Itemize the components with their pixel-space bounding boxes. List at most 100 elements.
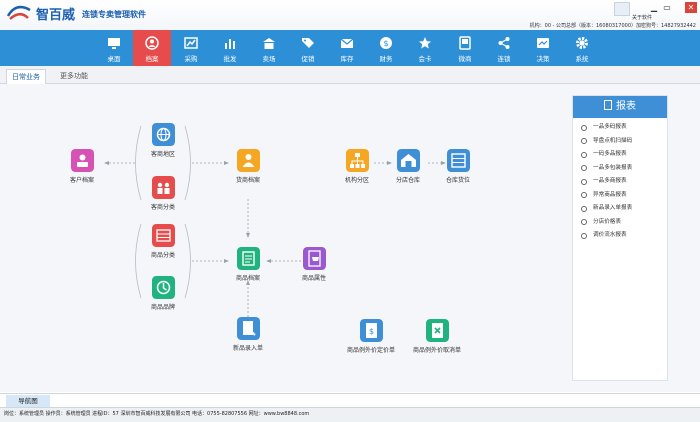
report-item[interactable]: 一品多包装报表 bbox=[573, 162, 667, 176]
product-attribute-node[interactable]: 商品属性 bbox=[279, 247, 349, 282]
report-item[interactable]: 调价流水报表 bbox=[573, 229, 667, 243]
nav-label: 批发 bbox=[223, 55, 237, 63]
nav-label: 系统 bbox=[575, 55, 589, 63]
node-label: 商品例外价定价单 bbox=[346, 347, 395, 354]
customer-region-node[interactable]: 客商地区 bbox=[128, 123, 198, 158]
bullet-icon bbox=[581, 178, 587, 185]
globe-icon bbox=[151, 123, 175, 146]
product-brand-node[interactable]: 商品品牌 bbox=[128, 276, 198, 311]
tab-more-functions[interactable]: 更多功能 bbox=[55, 69, 93, 84]
nav-member-card[interactable]: 会卡 bbox=[406, 30, 444, 66]
nav-chain[interactable]: 连锁 bbox=[485, 30, 523, 66]
org-chart-icon bbox=[345, 149, 369, 172]
decision-icon bbox=[537, 38, 549, 48]
wechat-shop-icon bbox=[459, 36, 471, 50]
price-sheet-icon: $ bbox=[359, 319, 383, 342]
minimize-icon[interactable]: ▁ bbox=[648, 2, 660, 13]
svg-text:$: $ bbox=[383, 39, 388, 48]
nav-finance[interactable]: $ 财务 bbox=[367, 30, 405, 66]
report-item[interactable]: 一品多码报表 bbox=[573, 121, 667, 135]
tab-bar: 日常业务 更多功能 bbox=[0, 66, 700, 84]
bullet-icon bbox=[581, 138, 587, 144]
navmap-tab[interactable]: 导航图 bbox=[6, 395, 50, 407]
new-product-entry-node[interactable]: 新品录入单 bbox=[213, 317, 283, 352]
restore-icon[interactable]: ▭ bbox=[661, 2, 673, 13]
supplier-archive-node[interactable]: 货商档案 bbox=[213, 149, 283, 184]
product-archive-node[interactable]: 商品档案 bbox=[213, 247, 283, 282]
node-label: 客户档案 bbox=[69, 177, 94, 184]
inventory-icon bbox=[340, 38, 354, 48]
warehouse-icon bbox=[396, 149, 420, 172]
close-icon[interactable]: ✕ bbox=[685, 2, 697, 13]
report-item[interactable]: 分店价格表 bbox=[573, 216, 667, 230]
price-exception-cancel-node[interactable]: 商品例外价取消单 bbox=[402, 319, 472, 354]
nav-archive[interactable]: 档案 bbox=[133, 30, 171, 66]
nav-wholesale[interactable]: 批发 bbox=[211, 30, 249, 66]
node-label: 货商档案 bbox=[235, 177, 260, 184]
status-bar: 岗位：系统管理员 操作员：系统管理员 进程ID：57 深圳市智百威科技发展有限公… bbox=[0, 407, 700, 422]
workspace: 客户档案 客商地区 客商分类 商品分类 商品品牌 货商档案 商品档案 商品属性 … bbox=[0, 84, 700, 392]
customer-category-node[interactable]: 客商分类 bbox=[128, 176, 198, 211]
customer-archive-icon bbox=[70, 149, 94, 172]
node-label: 商品例外价取消单 bbox=[412, 347, 461, 354]
tab-daily-business[interactable]: 日常业务 bbox=[6, 69, 46, 84]
customer-archive-node[interactable]: 客户档案 bbox=[47, 149, 117, 184]
supplier-icon bbox=[236, 149, 260, 172]
about-link[interactable]: 关于软件 bbox=[632, 14, 652, 21]
system-icon bbox=[576, 37, 588, 49]
nav-label: 连锁 bbox=[497, 55, 511, 63]
main-nav: 桌面 档案 采购 批发 卖场 促销 库存 $ 财务 会卡 微商 连锁 决策 系统 bbox=[0, 30, 700, 66]
nav-promotion[interactable]: 促销 bbox=[289, 30, 327, 66]
report-title: 报表 bbox=[616, 101, 636, 112]
desktop-icon bbox=[108, 38, 120, 49]
avatar[interactable] bbox=[614, 2, 630, 16]
app-subtitle: 连锁专卖管理软件 bbox=[82, 10, 146, 19]
bullet-icon bbox=[581, 151, 587, 158]
node-label: 客商分类 bbox=[150, 204, 175, 211]
nav-desktop[interactable]: 桌面 bbox=[95, 30, 133, 66]
report-item[interactable]: 新品录入单报表 bbox=[573, 202, 667, 216]
nav-system[interactable]: 系统 bbox=[563, 30, 601, 66]
report-list: 一品多码报表 导盘点机扫描码 一码多品报表 一品多包装报表 一品多商报表 异常商… bbox=[573, 118, 667, 243]
node-label: 商品档案 bbox=[235, 275, 260, 282]
nav-label: 微商 bbox=[458, 55, 472, 63]
navmap-bar: 导航图 bbox=[0, 393, 700, 407]
nav-inventory[interactable]: 库存 bbox=[328, 30, 366, 66]
app-name: 智百威 bbox=[36, 8, 76, 23]
purchase-icon bbox=[184, 37, 198, 49]
finance-icon: $ bbox=[380, 37, 392, 49]
nav-purchase[interactable]: 采购 bbox=[172, 30, 210, 66]
bullet-icon bbox=[581, 219, 587, 225]
nav-label: 档案 bbox=[145, 55, 159, 63]
report-item[interactable]: 一品多商报表 bbox=[573, 175, 667, 189]
nav-label: 桌面 bbox=[107, 55, 121, 63]
product-archive-icon bbox=[236, 247, 260, 270]
nav-decision[interactable]: 决策 bbox=[524, 30, 562, 66]
bullet-icon bbox=[581, 205, 587, 212]
report-panel: 报表 一品多码报表 导盘点机扫描码 一码多品报表 一品多包装报表 一品多商报表 … bbox=[572, 95, 668, 381]
report-item[interactable]: 一码多品报表 bbox=[573, 148, 667, 162]
warehouse-location-node[interactable]: 仓库货位 bbox=[423, 149, 493, 184]
nav-label: 卖场 bbox=[262, 55, 276, 63]
nav-label: 促销 bbox=[301, 55, 315, 63]
people-icon bbox=[151, 176, 175, 199]
nav-label: 财务 bbox=[379, 55, 393, 63]
cart-icon bbox=[302, 247, 326, 270]
price-cancel-icon bbox=[425, 319, 449, 342]
nav-store[interactable]: 卖场 bbox=[250, 30, 288, 66]
report-item[interactable]: 异常商品报表 bbox=[573, 189, 667, 203]
report-item[interactable]: 导盘点机扫描码 bbox=[573, 135, 667, 149]
report-header: 报表 bbox=[573, 96, 667, 118]
bullet-icon bbox=[581, 232, 587, 239]
wholesale-icon bbox=[225, 39, 235, 49]
machine-info: 机构：00 - 公司总部（版本：16080317000）加密狗号：1482793… bbox=[529, 23, 696, 29]
product-category-node[interactable]: 商品分类 bbox=[128, 224, 198, 259]
bullet-icon bbox=[581, 192, 587, 198]
node-label: 商品品牌 bbox=[150, 304, 175, 311]
report-icon bbox=[604, 100, 612, 110]
nav-label: 会卡 bbox=[418, 55, 432, 63]
bullet-icon bbox=[581, 124, 587, 131]
price-exception-node[interactable]: $ 商品例外价定价单 bbox=[336, 319, 406, 354]
node-label: 商品分类 bbox=[150, 252, 175, 259]
nav-wechat-shop[interactable]: 微商 bbox=[446, 30, 484, 66]
